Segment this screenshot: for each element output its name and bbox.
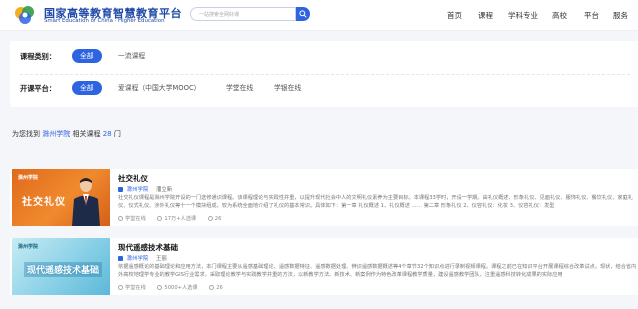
course-likes: 26 (216, 285, 223, 291)
search-icon (299, 10, 307, 18)
course-school[interactable]: 滁州学院 (127, 187, 149, 193)
platform-xuetang-chip[interactable]: 学堂在线 (226, 81, 253, 95)
nav-disciplines[interactable]: 学科专业 (508, 10, 538, 21)
course-stats: 学堂在线 5000+人选课 26 (118, 284, 233, 291)
result-middle: 相关课程 (72, 130, 101, 138)
category-filter-label: 课程类别： (20, 52, 56, 61)
result-prefix: 为您找到 (12, 130, 40, 138)
result-suffix: 门 (113, 130, 121, 138)
thumbnail-school-logo: 滁州学院 (18, 244, 39, 250)
nav-universities[interactable]: 高校 (552, 10, 567, 21)
platform-filter-label: 开课平台： (20, 84, 56, 93)
thumbnail-school-logo: 滁州学院 (18, 175, 39, 181)
search-button[interactable] (296, 7, 310, 21)
search-input[interactable]: 一站搜索全网好课 (190, 7, 296, 21)
course-learners: 17万+人选课 (164, 216, 197, 222)
thumbnail-title: 现代遥感技术基础 (24, 262, 103, 277)
course-platform: 学堂在线 (125, 216, 146, 222)
learners-icon (157, 216, 163, 221)
course-likes: 26 (214, 216, 222, 222)
course-learners: 5000+人选课 (164, 285, 198, 291)
nav-home[interactable]: 首页 (447, 10, 462, 21)
filter-divider (20, 74, 630, 75)
instructor-photo (72, 178, 100, 226)
platform-icourse-chip[interactable]: 爱课程（中国大学MOOC） (118, 81, 200, 95)
top-header: 国家高等教育智慧教育平台 Smart Education of China · … (0, 0, 638, 31)
course-meta: 滁州学院 潘立新 (118, 185, 172, 193)
course-teacher: 王丽 (156, 256, 167, 262)
platform-icon (118, 216, 123, 221)
learners-icon (157, 285, 163, 290)
result-school: 滁州学院 (42, 130, 71, 138)
course-thumbnail[interactable]: 滁州学院 现代遥感技术基础 (12, 238, 110, 295)
course-description: 依据遥感概论的基础理论和应用方法，本门课程主要从遥感基础理论、遥感数据特征、遥感… (118, 264, 637, 278)
result-count: 为您找到 滁州学院 相关课程 28 门 (12, 129, 121, 139)
course-platform: 学堂在线 (125, 285, 146, 291)
course-stats: 学堂在线 17万+人选课 26 (118, 215, 231, 222)
likes-icon (207, 216, 213, 221)
course-description: 社交礼仪课程是滁州学院开设的一门选修通识课程。该课程理论与实践性并重，以提升现代… (118, 195, 633, 209)
category-all-chip[interactable]: 全部 (72, 49, 102, 63)
platform-xueyin-chip[interactable]: 学银在线 (274, 81, 301, 95)
filter-panel: 课程类别： 全部 一流课程 开课平台： 全部 爱课程（中国大学MOOC） 学堂在… (10, 41, 638, 107)
course-card[interactable]: 滁州学院 社交礼仪 社交礼仪 滁州学院 潘立新 社交礼仪课程是滁州学院开设的一门… (10, 169, 638, 226)
school-badge-icon (118, 256, 123, 261)
course-title[interactable]: 现代遥感技术基础 (118, 242, 178, 253)
likes-icon (209, 285, 215, 290)
course-thumbnail[interactable]: 滁州学院 社交礼仪 (12, 169, 110, 226)
course-teacher: 潘立新 (156, 187, 173, 193)
logo-subtitle: Smart Education of China · Higher Educat… (44, 18, 165, 24)
thumbnail-title: 社交礼仪 (22, 197, 66, 208)
platform-logo-icon[interactable] (13, 4, 37, 26)
platform-icon (118, 285, 123, 290)
school-badge-icon (118, 187, 123, 192)
course-title[interactable]: 社交礼仪 (118, 173, 148, 184)
platform-all-chip[interactable]: 全部 (72, 81, 102, 95)
nav-platforms[interactable]: 平台 (584, 10, 599, 21)
course-meta: 滁州学院 王丽 (118, 254, 167, 262)
category-first-class-chip[interactable]: 一流课程 (118, 49, 145, 63)
course-school[interactable]: 滁州学院 (127, 256, 149, 262)
result-number: 28 (102, 130, 112, 138)
nav-services[interactable]: 服务 (613, 10, 628, 21)
nav-courses[interactable]: 课程 (478, 10, 493, 21)
course-card[interactable]: 滁州学院 现代遥感技术基础 现代遥感技术基础 滁州学院 王丽 依据遥感概论的基础… (10, 238, 638, 295)
